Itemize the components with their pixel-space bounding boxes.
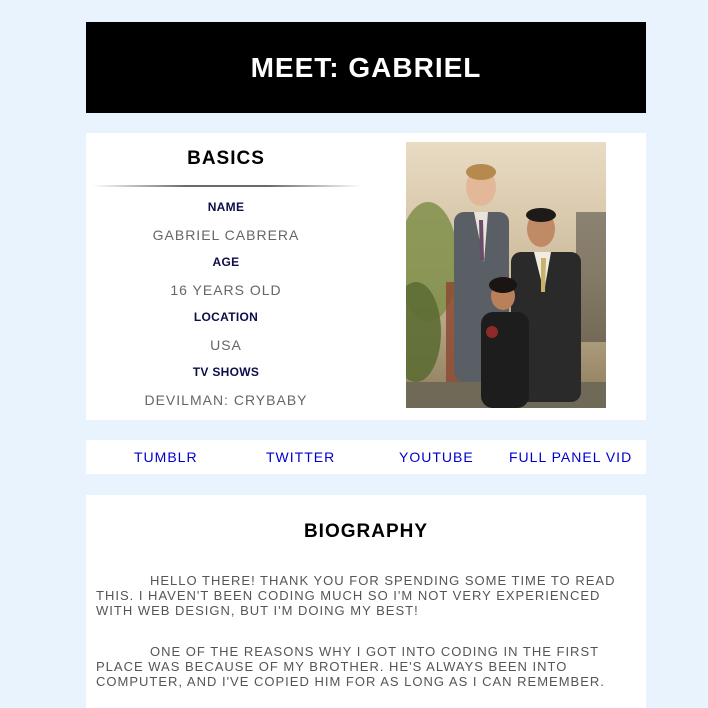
profile-photo [406,142,606,408]
social-links-bar: TUMBLR TWITTER YOUTUBE FULL PANEL VID [86,440,646,474]
full-panel-vid-link[interactable]: FULL PANEL VID [509,449,632,465]
page-header: MEET: GABRIEL [86,22,646,113]
location-label: LOCATION [193,310,259,324]
youtube-link[interactable]: YOUTUBE [399,449,474,465]
tumblr-link[interactable]: TUMBLR [134,449,198,465]
biography-card: BIOGRAPHY HELLO THERE! THANK YOU FOR SPE… [86,495,646,708]
twitter-link[interactable]: TWITTER [266,449,335,465]
profile-page: MEET: GABRIEL BASICS NAME GABRIEL CABRER… [0,0,708,708]
basics-heading: BASICS [187,148,265,169]
basics-divider [92,185,362,187]
tv-shows-label: TV SHOWS [192,365,260,379]
basics-card: BASICS NAME GABRIEL CABRERA AGE 16 YEARS… [86,133,646,420]
biography-heading: BIOGRAPHY [303,521,429,542]
location-value: USA [210,337,242,353]
page-title: MEET: GABRIEL [250,51,482,83]
name-label: NAME [207,200,245,214]
age-label: AGE [212,255,240,269]
biography-paragraph: HELLO THERE! THANK YOU FOR SPENDING SOME… [96,573,616,618]
name-value: GABRIEL CABRERA [152,227,300,243]
tv-shows-value: DEVILMAN: CRYBABY [144,392,308,408]
biography-paragraph: ONE OF THE REASONS WHY I GOT INTO CODING… [96,644,605,689]
age-value: 16 YEARS OLD [170,282,282,298]
